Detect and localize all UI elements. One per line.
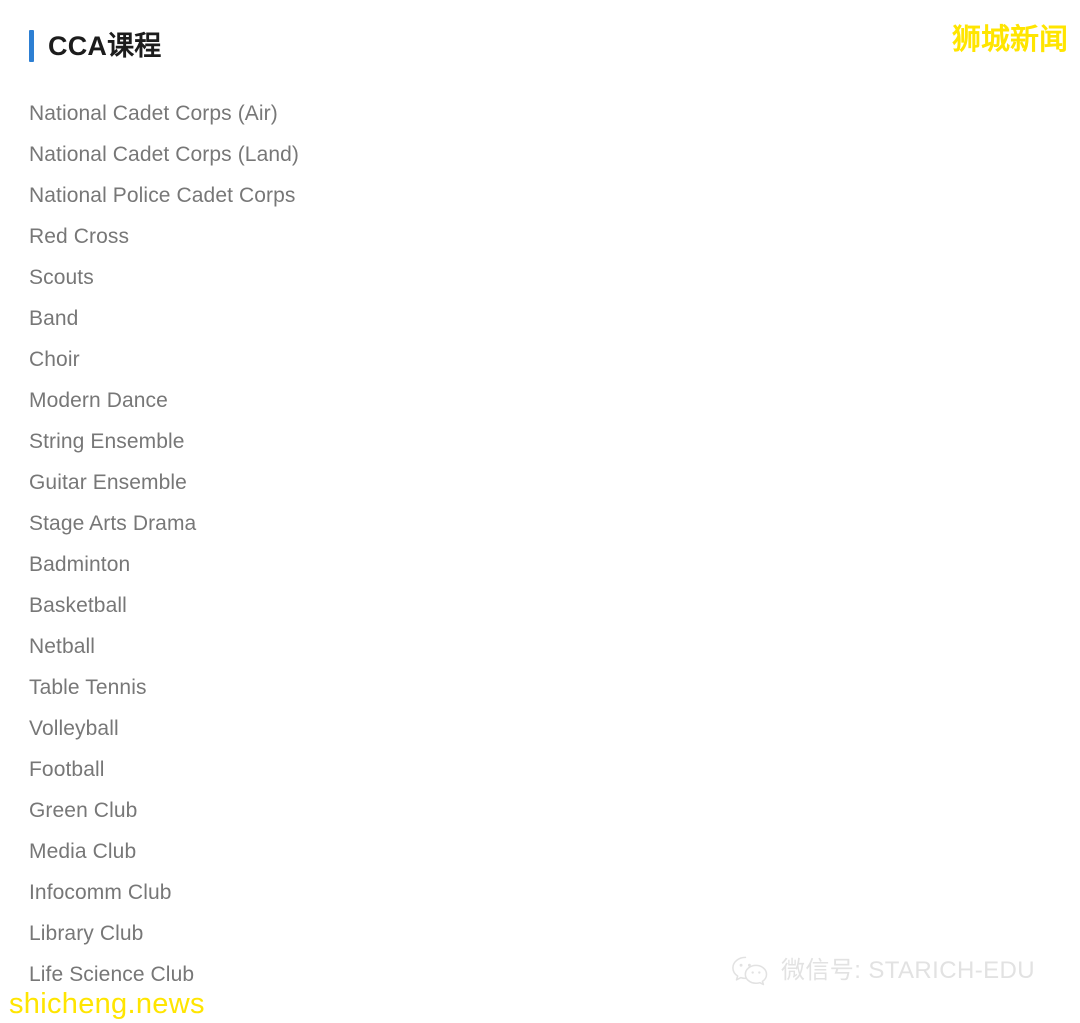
list-item: Stage Arts Drama <box>29 512 197 535</box>
list-item: National Police Cadet Corps <box>29 184 296 207</box>
list-item: National Cadet Corps (Land) <box>29 143 300 166</box>
page-title: CCA课程 <box>29 26 162 66</box>
list-item: Badminton <box>29 553 131 576</box>
list-item: Library Club <box>29 922 144 945</box>
wechat-icon <box>732 956 768 986</box>
wechat-id-block: 微信号: STARICH-EDU <box>731 955 1035 987</box>
cca-list: National Cadet Corps (Air) National Cade… <box>29 99 589 1001</box>
article-page: CCA课程 National Cadet Corps (Air) Nationa… <box>0 0 1080 1023</box>
list-item: String Ensemble <box>29 430 185 453</box>
list-item: National Cadet Corps (Air) <box>29 102 278 125</box>
watermark-bottom-left: shicheng.news <box>9 988 205 1020</box>
watermark-top-right: 狮城新闻 <box>951 24 1068 56</box>
list-item: Guitar Ensemble <box>29 471 187 494</box>
list-item: Infocomm Club <box>29 881 172 904</box>
list-item: Choir <box>29 348 80 371</box>
list-item: Table Tennis <box>29 676 147 699</box>
page-title-text: CCA课程 <box>48 31 162 61</box>
list-item: Media Club <box>29 840 137 863</box>
list-item: Band <box>29 307 79 330</box>
list-item: Basketball <box>29 594 127 617</box>
list-item: Green Club <box>29 799 138 822</box>
wechat-id-text: 微信号: STARICH-EDU <box>781 957 1035 984</box>
list-item: Scouts <box>29 266 94 289</box>
list-item: Red Cross <box>29 225 130 248</box>
list-item: Modern Dance <box>29 389 168 412</box>
list-item: Football <box>29 758 105 781</box>
list-item: Netball <box>29 635 96 658</box>
list-item: Volleyball <box>29 717 119 740</box>
accent-bar-icon <box>29 30 34 62</box>
